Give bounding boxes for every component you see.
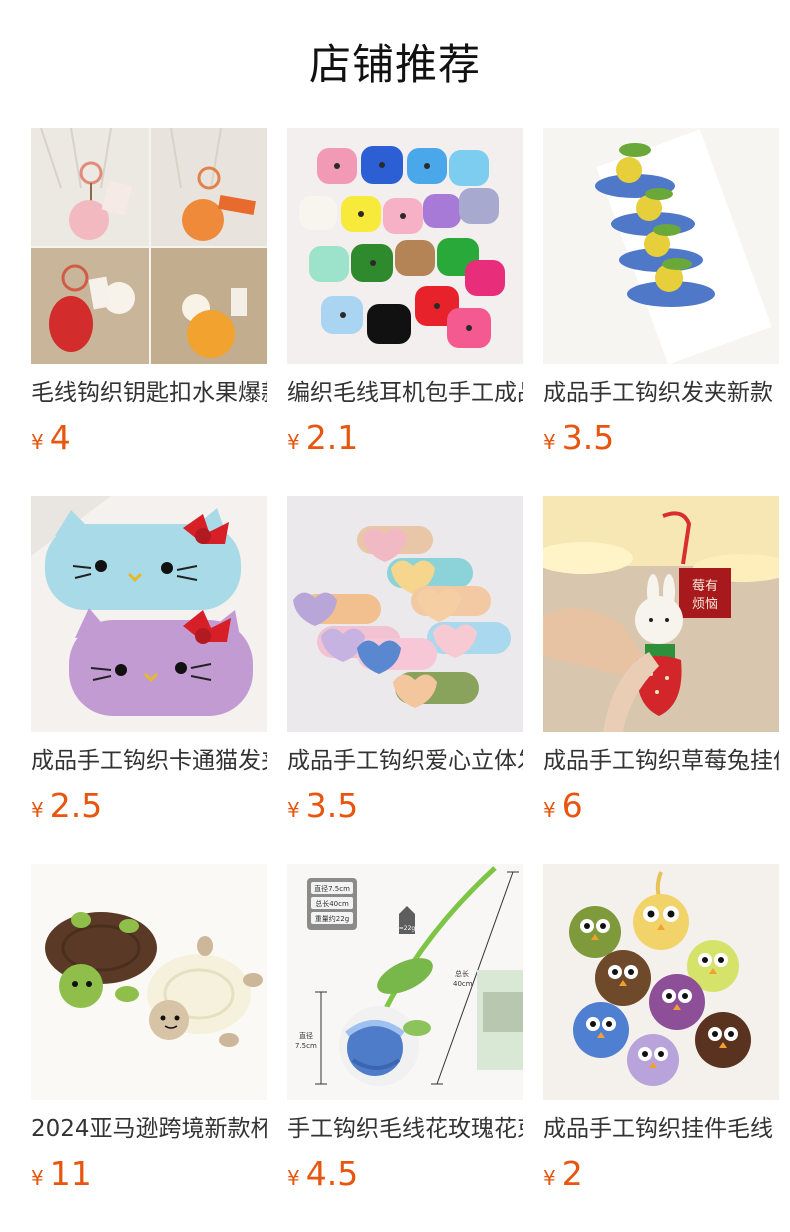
product-title[interactable]: 成品手工钩织发夹新款 — [543, 374, 779, 412]
strawberry-rabbit-keychain-image[interactable]: 莓有 烦恼 — [543, 496, 779, 732]
cat-hairclips-image[interactable] — [31, 496, 267, 732]
price-value: 4 — [49, 418, 71, 457]
product-price: ¥4.5 — [287, 1152, 358, 1196]
rabbit-tag-text: 莓有 — [692, 579, 718, 594]
product-title[interactable]: 成品手工钩织爱心立体发夹 — [287, 742, 523, 780]
product-title[interactable]: 成品手工钩织草莓兔挂件 — [543, 742, 779, 780]
product-card[interactable]: 编织毛线耳机包手工成品 ¥2.1 — [287, 128, 523, 458]
product-title[interactable]: 毛线钩织钥匙扣水果爆款 — [31, 374, 267, 412]
product-price: ¥3.5 — [287, 784, 358, 828]
svg-text:总长: 总长 — [455, 969, 469, 978]
svg-text:7.5cm: 7.5cm — [295, 1042, 317, 1050]
knitted-earphone-bags-image[interactable] — [287, 128, 523, 364]
product-card[interactable]: 毛线钩织钥匙扣水果爆款 ¥4 — [31, 128, 267, 458]
product-price: ¥3.5 — [543, 416, 614, 460]
product-title[interactable]: 手工钩织毛线花玫瑰花束 — [287, 1110, 523, 1148]
duck-hairclips-image[interactable] — [543, 128, 779, 364]
product-title[interactable]: 成品手工钩织卡通猫发夹 — [31, 742, 267, 780]
product-title[interactable]: 成品手工钩织挂件毛线 — [543, 1110, 779, 1148]
price-value: 3.5 — [305, 786, 359, 825]
product-price: ¥4 — [31, 416, 71, 460]
currency-symbol: ¥ — [31, 1166, 44, 1190]
price-value: 11 — [49, 1154, 92, 1193]
price-value: 3.5 — [561, 418, 615, 457]
product-price: ¥2 — [543, 1152, 583, 1196]
rose-spec-length: 总长40cm — [315, 899, 349, 908]
product-card[interactable]: 莓有 烦恼 成品手工钩织草莓兔挂件 ¥6 — [543, 496, 779, 826]
fruit-keychain-collage-image[interactable] — [31, 128, 267, 364]
product-price: ¥6 — [543, 784, 583, 828]
heart-hairclips-image[interactable] — [287, 496, 523, 732]
price-value: 6 — [561, 786, 583, 825]
currency-symbol: ¥ — [287, 430, 300, 454]
product-title[interactable]: 2024亚马逊跨境新款杯垫 — [31, 1110, 267, 1148]
product-card[interactable]: 成品手工钩织爱心立体发夹 ¥3.5 — [287, 496, 523, 826]
rose-spec-diameter: 直径7.5cm — [314, 884, 350, 893]
rose-spec-weight: 重量约22g — [315, 914, 349, 923]
product-grid: 毛线钩织钥匙扣水果爆款 ¥4 编织毛线耳机包手工成品 ¥ 2.1 成品手工钩织发… — [0, 0, 790, 1232]
price-value: 2.5 — [49, 786, 103, 825]
currency-symbol: ¥ — [31, 798, 44, 822]
currency-symbol: ¥ — [287, 798, 300, 822]
owl-patches-image[interactable] — [543, 864, 779, 1100]
currency-symbol: ¥ — [543, 798, 556, 822]
product-price: ¥2.1 — [287, 416, 358, 460]
svg-text:烦恼: 烦恼 — [692, 597, 718, 612]
product-card[interactable]: 直径7.5cm 总长40cm 重量约22g ≈22g 总长 40cm 直径 7.… — [287, 864, 523, 1194]
price-value: 2.1 — [305, 418, 359, 457]
currency-symbol: ¥ — [543, 430, 556, 454]
product-price: ¥2.5 — [31, 784, 102, 828]
turtle-coasters-image[interactable] — [31, 864, 267, 1100]
product-card[interactable]: 成品手工钩织发夹新款 ¥3.5 — [543, 128, 779, 458]
product-card[interactable]: 2024亚马逊跨境新款杯垫 ¥11 — [31, 864, 267, 1194]
product-title[interactable]: 编织毛线耳机包手工成品 — [287, 374, 523, 412]
rose-weight-text: ≈22g — [399, 925, 416, 932]
currency-symbol: ¥ — [543, 1166, 556, 1190]
price-value: 2 — [561, 1154, 583, 1193]
knitted-rose-image[interactable]: 直径7.5cm 总长40cm 重量约22g ≈22g 总长 40cm 直径 7.… — [287, 864, 523, 1100]
product-card[interactable]: 成品手工钩织挂件毛线 ¥2 — [543, 864, 779, 1194]
currency-symbol: ¥ — [31, 430, 44, 454]
svg-text:40cm: 40cm — [453, 980, 473, 988]
product-price: ¥11 — [31, 1152, 92, 1196]
currency-symbol: ¥ — [287, 1166, 300, 1190]
product-card[interactable]: 成品手工钩织卡通猫发夹 ¥2.5 — [31, 496, 267, 826]
price-value: 4.5 — [305, 1154, 359, 1193]
svg-text:直径: 直径 — [299, 1031, 313, 1040]
